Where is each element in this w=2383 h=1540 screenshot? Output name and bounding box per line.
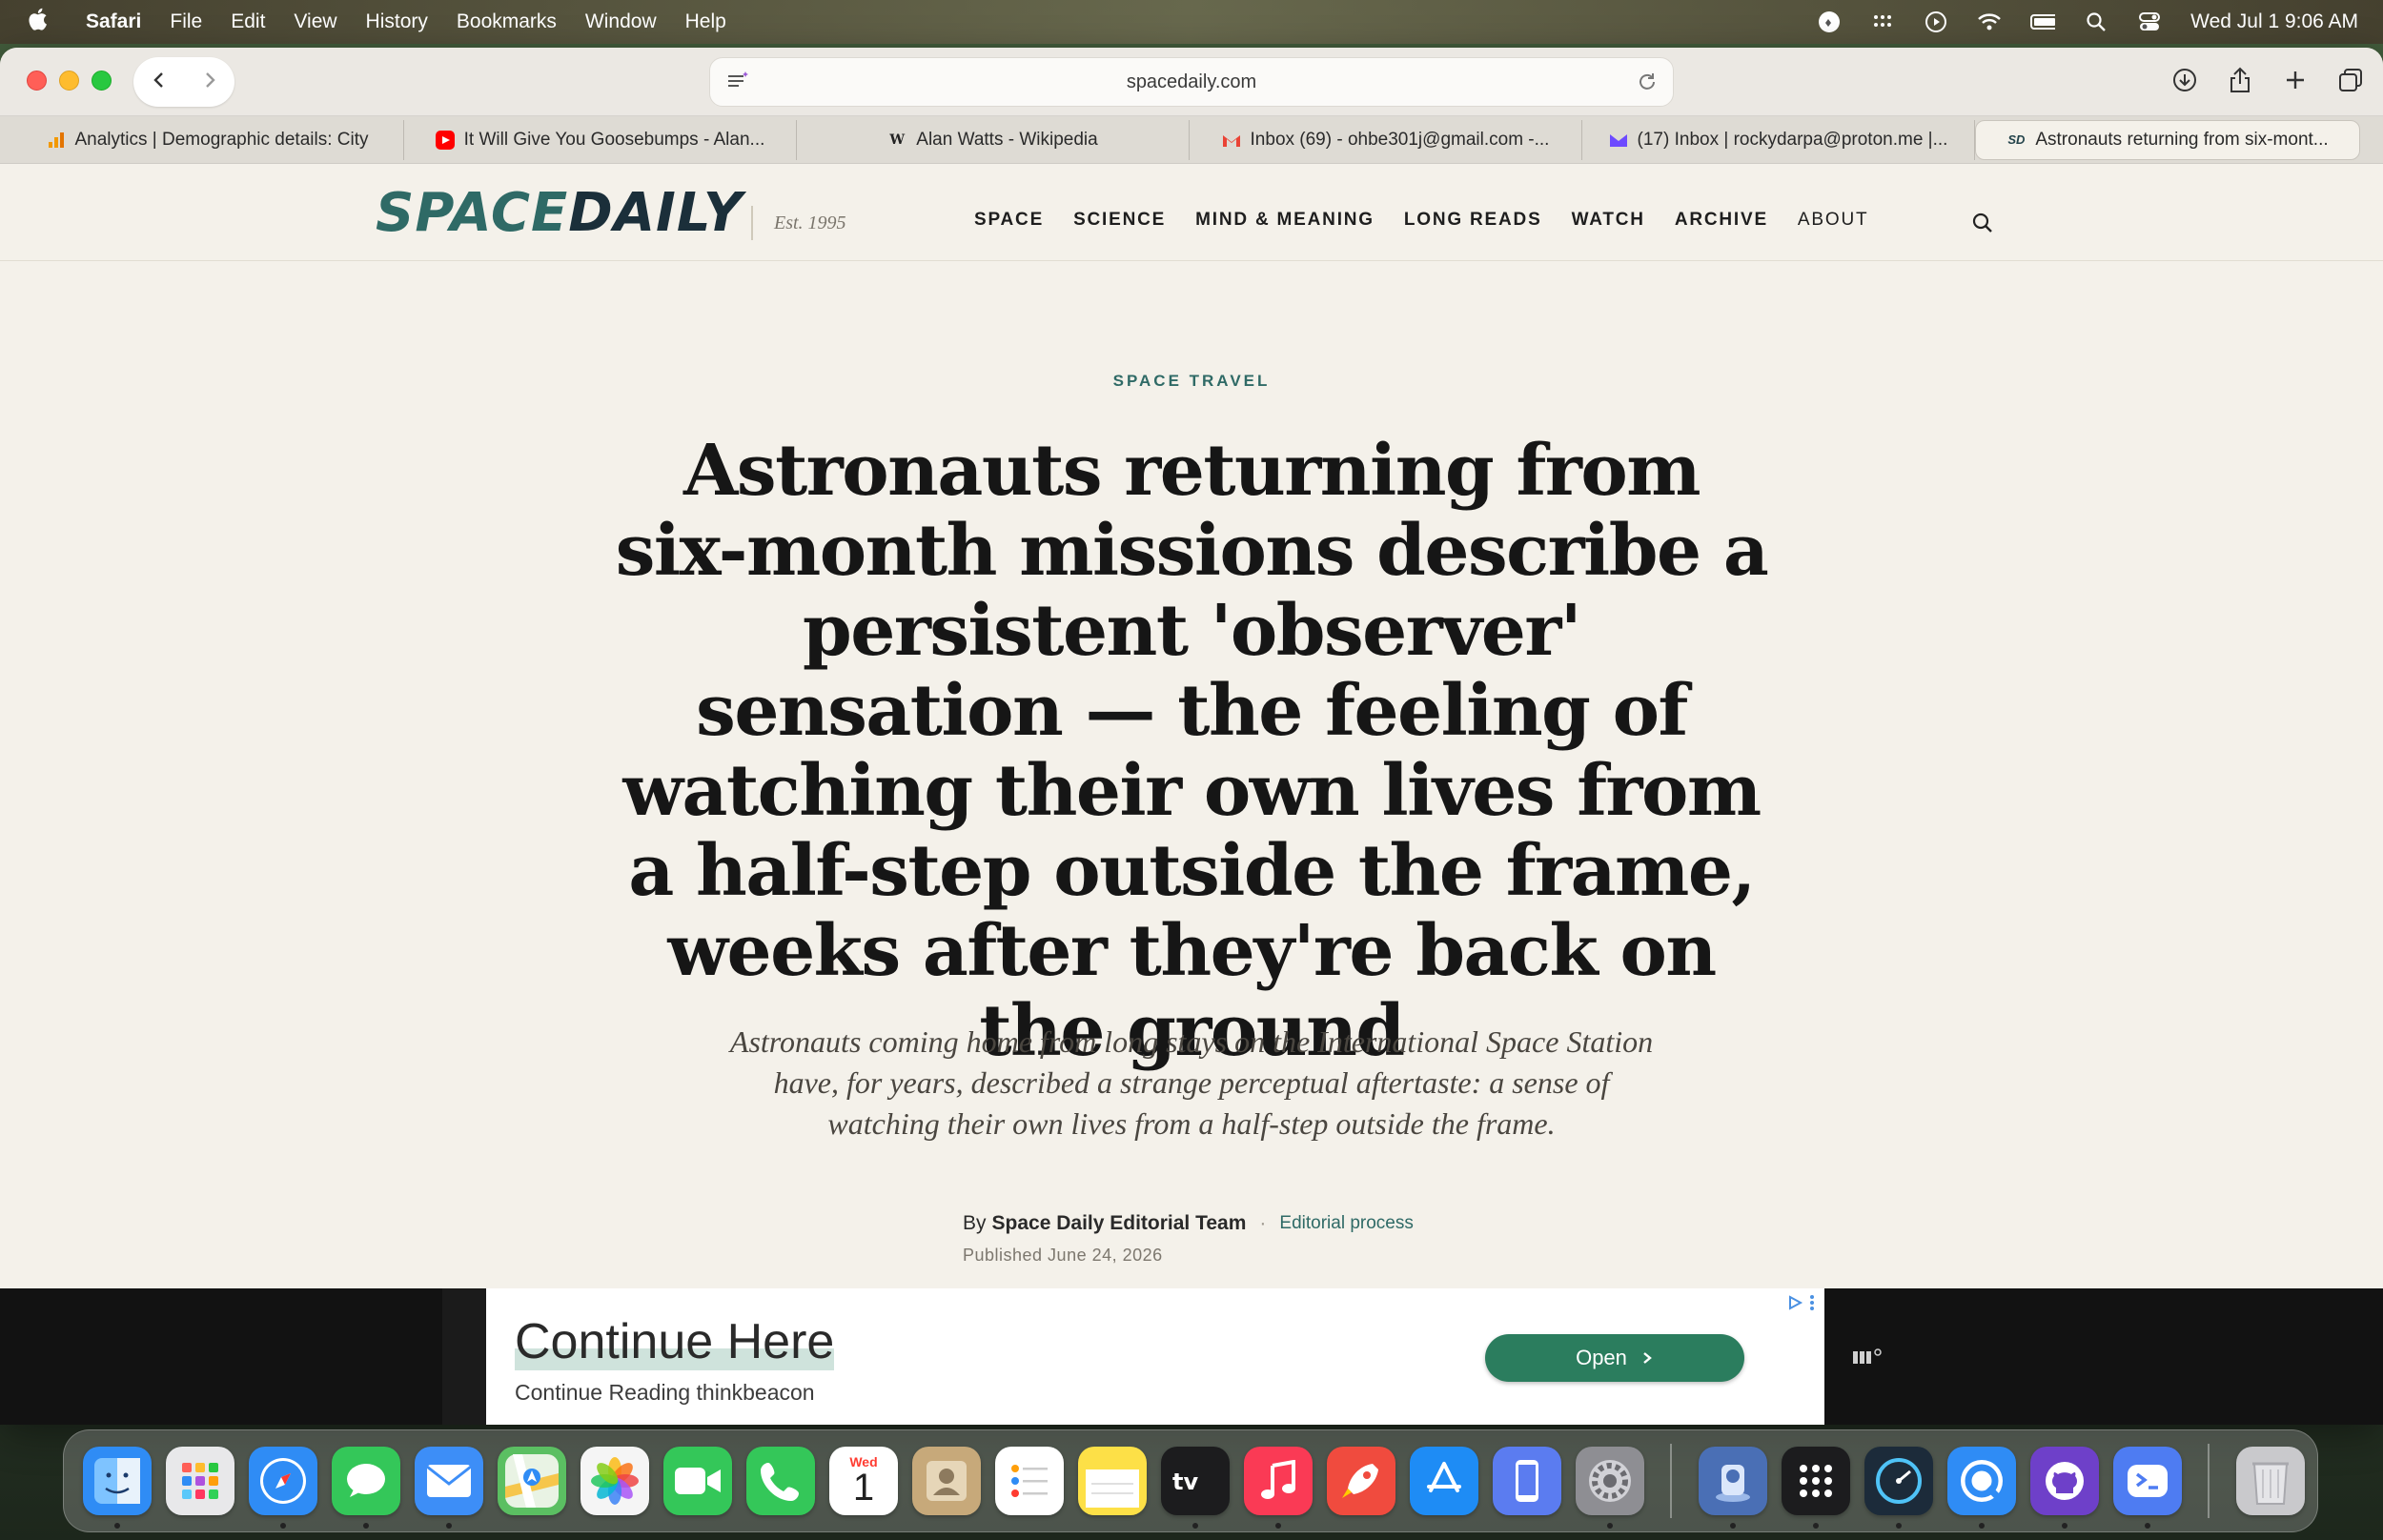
site-search-icon[interactable] xyxy=(1971,212,1994,239)
byline-separator: · xyxy=(1259,1212,1267,1234)
running-indicator xyxy=(2062,1523,2067,1529)
wifi-icon[interactable] xyxy=(1977,10,2002,34)
site-navigation: SPACE SCIENCE MIND & MEANING LONG READS … xyxy=(974,210,1868,231)
nav-mind-meaning[interactable]: MIND & MEANING xyxy=(1195,210,1375,231)
running-indicator xyxy=(2145,1523,2150,1529)
running-indicator xyxy=(1192,1523,1198,1529)
running-indicator xyxy=(1275,1523,1281,1529)
app-store-icon[interactable] xyxy=(1410,1447,1478,1515)
editorial-process-link[interactable]: Editorial process xyxy=(1279,1213,1413,1234)
running-indicator xyxy=(1607,1523,1613,1529)
ad-box[interactable]: Continue Here Continue Reading thinkbeac… xyxy=(486,1288,1824,1425)
nav-space[interactable]: SPACE xyxy=(974,210,1044,231)
dock: Wed 1 tv xyxy=(63,1429,2318,1532)
running-indicator xyxy=(1979,1523,1985,1529)
facetime-icon[interactable] xyxy=(663,1447,732,1515)
dock-separator xyxy=(2208,1444,2210,1518)
ad-open-button[interactable]: Open xyxy=(1485,1334,1744,1382)
running-indicator xyxy=(363,1523,369,1529)
finder-icon[interactable] xyxy=(83,1447,152,1529)
menu-clock[interactable]: Wed Jul 1 9:06 AM xyxy=(2190,10,2358,33)
page-content: SPACEDAILY Est. 1995 SPACE SCIENCE MIND … xyxy=(0,48,2383,1425)
published-date: Published June 24, 2026 xyxy=(963,1246,1163,1265)
byline-author[interactable]: Space Daily Editorial Team xyxy=(992,1212,1247,1235)
logo-space: SPACE xyxy=(376,182,569,244)
safari-icon[interactable] xyxy=(249,1447,317,1529)
site-logo[interactable]: SPACEDAILY xyxy=(376,185,743,242)
more-options-icon xyxy=(1810,1295,1814,1310)
rocket-icon[interactable] xyxy=(1327,1447,1395,1515)
nav-long-reads[interactable]: LONG READS xyxy=(1404,210,1542,231)
menu-app-name[interactable]: Safari xyxy=(86,10,141,33)
terminal-icon[interactable] xyxy=(2113,1447,2182,1529)
nav-about[interactable]: ABOUT xyxy=(1798,210,1868,231)
menu-history[interactable]: History xyxy=(366,10,428,33)
preview-icon[interactable] xyxy=(1699,1447,1767,1529)
chevron-right-icon xyxy=(1643,1352,1652,1364)
established-tagline: Est. 1995 xyxy=(751,206,846,240)
mail-icon[interactable] xyxy=(415,1447,483,1529)
nav-watch[interactable]: WATCH xyxy=(1572,210,1645,231)
running-indicator xyxy=(1896,1523,1902,1529)
launchpad-icon[interactable] xyxy=(166,1447,234,1515)
spotlight-search-icon[interactable] xyxy=(2084,10,2108,34)
dots-icon[interactable] xyxy=(1782,1447,1850,1529)
menu-bar: Safari File Edit View History Bookmarks … xyxy=(0,0,2383,44)
ad-banner-strip: Continue Here Continue Reading thinkbeac… xyxy=(0,1288,2383,1425)
ad-title[interactable]: Continue Here xyxy=(515,1313,835,1370)
battery-icon[interactable] xyxy=(2030,10,2056,34)
maps-icon[interactable] xyxy=(498,1447,566,1515)
calendar-date: 1 xyxy=(852,1467,875,1509)
ad-open-label: Open xyxy=(1576,1346,1627,1369)
photos-icon[interactable] xyxy=(580,1447,649,1515)
grid-status-icon[interactable] xyxy=(1870,10,1895,34)
contacts-icon[interactable] xyxy=(912,1447,981,1515)
nav-archive[interactable]: ARCHIVE xyxy=(1675,210,1768,231)
article-category[interactable]: SPACE TRAVEL xyxy=(0,372,2383,391)
ad-frame-edge xyxy=(442,1288,486,1425)
svg-text:tv: tv xyxy=(1172,1469,1198,1495)
shazam-status-icon[interactable] xyxy=(1817,10,1842,34)
running-indicator xyxy=(280,1523,286,1529)
play-status-icon[interactable] xyxy=(1924,10,1948,34)
menu-window[interactable]: Window xyxy=(585,10,657,33)
byline-prefix: By xyxy=(963,1212,987,1234)
article-headline: Astronauts returning from six-month miss… xyxy=(615,430,1769,1072)
system-settings-icon[interactable] xyxy=(1576,1447,1644,1529)
ad-choices-icon xyxy=(1789,1295,1803,1310)
calendar-icon[interactable]: Wed 1 xyxy=(829,1447,898,1515)
apple-menu-icon[interactable] xyxy=(27,7,65,38)
article-summary: Astronauts coming home from long stays o… xyxy=(729,1024,1654,1141)
running-indicator xyxy=(446,1523,452,1529)
phone-icon[interactable] xyxy=(746,1447,815,1515)
messages-icon[interactable] xyxy=(332,1447,400,1529)
site-header-bar: SPACEDAILY Est. 1995 SPACE SCIENCE MIND … xyxy=(0,164,2383,261)
quicktime-icon[interactable] xyxy=(1947,1447,2016,1529)
control-center-icon[interactable] xyxy=(2137,10,2162,34)
logo-daily: DAILY xyxy=(568,182,743,244)
menu-view[interactable]: View xyxy=(294,10,336,33)
menu-file[interactable]: File xyxy=(170,10,202,33)
running-indicator xyxy=(1813,1523,1819,1529)
simulator-icon[interactable] xyxy=(1493,1447,1561,1515)
speedometer-icon[interactable] xyxy=(1864,1447,1933,1529)
tv-icon[interactable]: tv xyxy=(1161,1447,1230,1529)
menu-edit[interactable]: Edit xyxy=(231,10,265,33)
ad-subtitle[interactable]: Continue Reading thinkbeacon xyxy=(515,1380,815,1406)
dock-separator xyxy=(1670,1444,1672,1518)
menu-bookmarks[interactable]: Bookmarks xyxy=(457,10,557,33)
ad-choices[interactable] xyxy=(1786,1294,1815,1311)
github-icon[interactable] xyxy=(2030,1447,2099,1529)
nav-science[interactable]: SCIENCE xyxy=(1073,210,1166,231)
menu-help[interactable]: Help xyxy=(685,10,726,33)
notes-icon[interactable] xyxy=(1078,1447,1147,1515)
reminders-icon[interactable] xyxy=(995,1447,1064,1515)
running-indicator xyxy=(114,1523,120,1529)
music-icon[interactable] xyxy=(1244,1447,1313,1529)
ad-network-logo-icon xyxy=(1851,1348,1884,1371)
running-indicator xyxy=(1730,1523,1736,1529)
trash-icon[interactable] xyxy=(2236,1447,2305,1515)
byline: By Space Daily Editorial Team · Editoria… xyxy=(963,1212,1414,1235)
